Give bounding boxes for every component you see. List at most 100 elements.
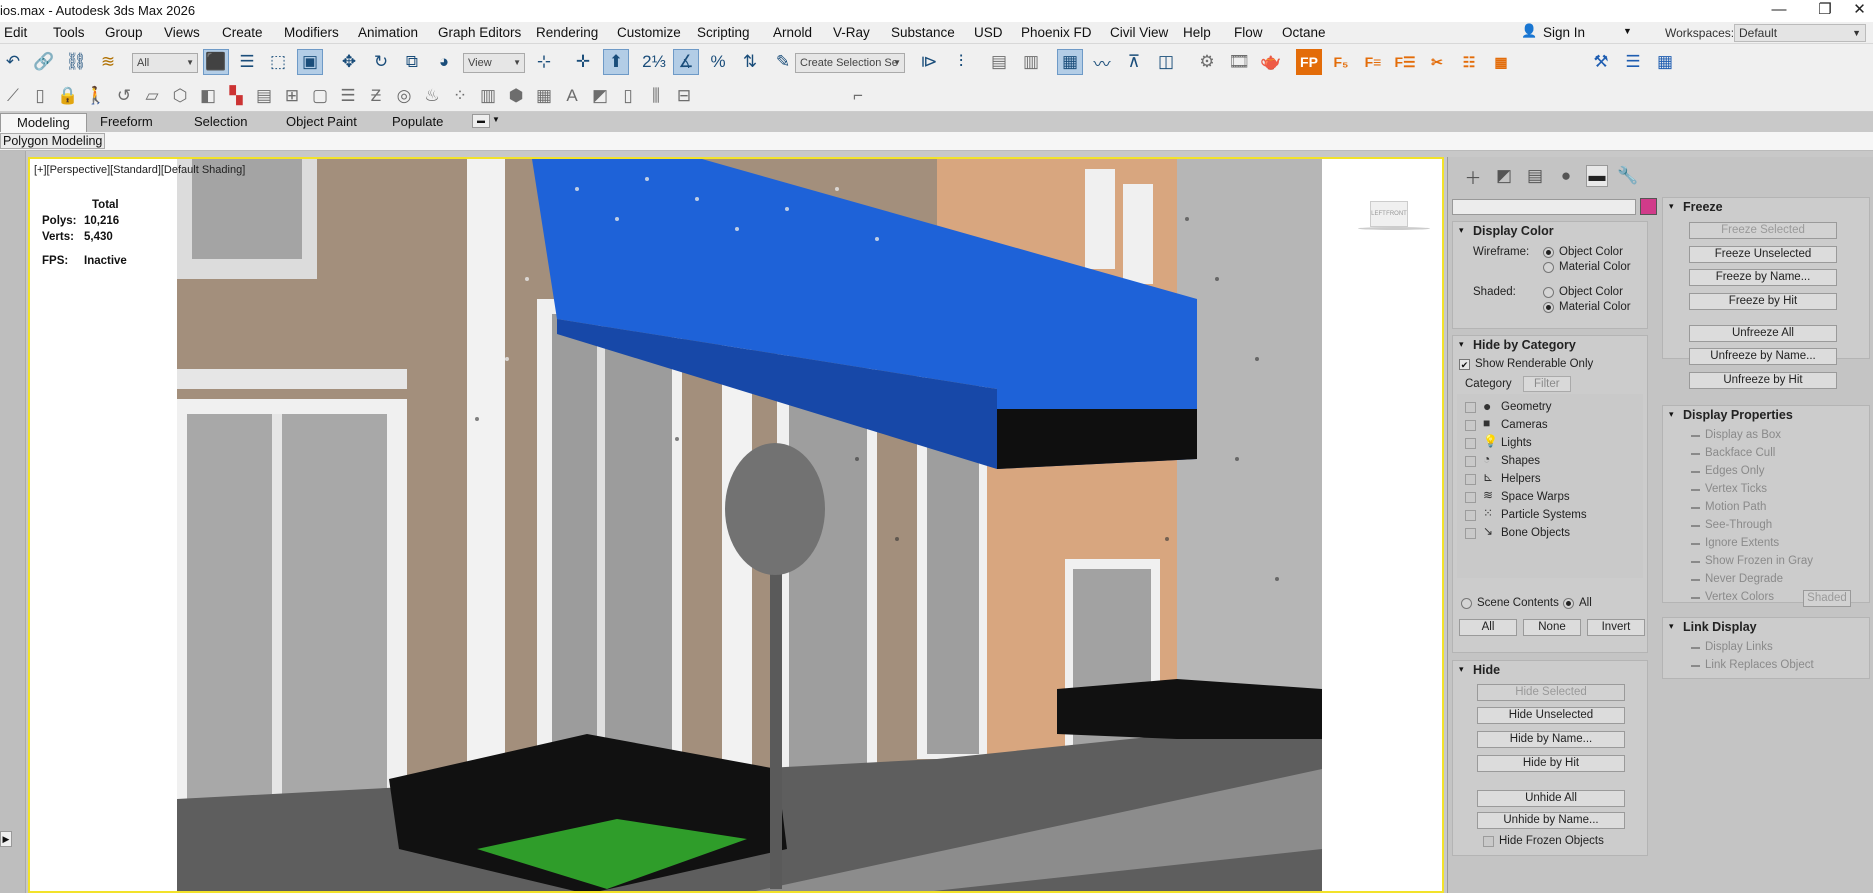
unfreeze-by-hit-button[interactable]: Unfreeze by Hit [1689,372,1837,389]
display-as-box-toggle[interactable] [1691,435,1700,437]
all-radio[interactable] [1563,598,1574,609]
wireframe-object-color-radio[interactable] [1543,247,1554,258]
door-icon[interactable]: ▯ [615,83,641,109]
align-icon[interactable]: ⫶ [948,49,974,75]
percent-snap-icon[interactable]: % [705,49,731,75]
scene-contents-radio[interactable] [1461,598,1472,609]
menu-create[interactable]: Create [222,25,263,40]
menu-animation[interactable]: Animation [358,25,418,40]
unhide-all-button[interactable]: Unhide All [1477,790,1625,807]
geometry-checkbox[interactable] [1465,402,1476,413]
edit-named-selection-icon[interactable]: ✎ [770,49,796,75]
link-replaces-object-toggle[interactable] [1691,665,1700,667]
hide-by-category-title[interactable]: Hide by Category [1473,338,1576,352]
angle-snap-icon[interactable]: ∡ [673,49,699,75]
tab-object-paint[interactable]: Object Paint [270,113,373,132]
toggle-layer-explorer-icon[interactable]: ▥ [1018,49,1044,75]
grid-icon[interactable]: ▦ [1488,49,1514,75]
hide-selected-button[interactable]: Hide Selected [1477,684,1625,701]
hide-by-name-button[interactable]: Hide by Name... [1477,731,1625,748]
render-setup-icon[interactable]: ⚙ [1194,49,1220,75]
space-warps-checkbox[interactable] [1465,492,1476,503]
walk-icon[interactable]: 🚶 [83,83,109,109]
panel-icon[interactable]: ◧ [195,83,221,109]
stack-icon[interactable]: ☰ [335,83,361,109]
cameras-checkbox[interactable] [1465,420,1476,431]
menu-help[interactable]: Help [1183,25,1211,40]
window-frame-icon[interactable]: ⊟ [671,83,697,109]
freeze-selected-button[interactable]: Freeze Selected [1689,222,1837,239]
lights-checkbox[interactable] [1465,438,1476,449]
edges-only-toggle[interactable] [1691,471,1700,473]
box-icon[interactable]: ▯ [27,83,53,109]
z-icon[interactable]: Ƶ [363,83,389,109]
show-renderable-checkbox[interactable]: ✔ [1459,359,1470,370]
menu-group[interactable]: Group [105,25,143,40]
bone-objects-checkbox[interactable] [1465,528,1476,539]
color-palette-icon[interactable]: ▚ [223,83,249,109]
vertex-colors-toggle[interactable] [1691,597,1700,599]
menu-rendering[interactable]: Rendering [536,25,598,40]
unhide-by-name-button[interactable]: Unhide by Name... [1477,812,1625,829]
shapes-checkbox[interactable] [1465,456,1476,467]
unlink-icon[interactable]: ⛓ [63,49,89,75]
menu-arnold[interactable]: Arnold [773,25,812,40]
menu-phoenix-fd[interactable]: Phoenix FD [1021,25,1092,40]
menu-graph-editors[interactable]: Graph Editors [438,25,521,40]
ribbon-options-icon[interactable]: ▬ [472,114,490,128]
display-tab-icon[interactable]: ▬ [1586,165,1608,187]
select-by-name-icon[interactable]: ☰ [234,49,260,75]
vertex-colors-shaded-button[interactable]: Shaded [1803,590,1851,607]
undo-icon[interactable]: ↶ [0,49,26,75]
menu-views[interactable]: Views [164,25,200,40]
tiles-icon[interactable]: ▦ [1652,49,1678,75]
menu-civil-view[interactable]: Civil View [1110,25,1168,40]
motion-path-toggle[interactable] [1691,507,1700,509]
wireframe-material-color-radio[interactable] [1543,262,1554,273]
workspaces-select[interactable]: Default ▼ [1734,24,1866,42]
rotate-icon[interactable]: ↻ [368,49,394,75]
object-icon[interactable]: ⬢ [503,83,529,109]
collapse-icon[interactable]: ▾ [1669,621,1674,632]
menu-octane[interactable]: Octane [1282,25,1326,40]
create-tab-icon[interactable]: ＋ [1462,165,1484,188]
place-icon[interactable]: ◕ [431,49,457,75]
shaded-material-color-radio[interactable] [1543,302,1554,313]
collapse-icon[interactable]: ▾ [1459,339,1464,350]
freeze-by-hit-button[interactable]: Freeze by Hit [1689,293,1837,310]
material-editor-icon[interactable]: ◫ [1153,49,1179,75]
tab-modeling[interactable]: Modeling [0,113,87,132]
category-invert-button[interactable]: Invert [1587,619,1645,636]
fire-icon[interactable]: ♨ [419,83,445,109]
reference-coordinate-select[interactable]: View ▼ [463,53,525,73]
menu-usd[interactable]: USD [974,25,1003,40]
hide-title[interactable]: Hide [1473,663,1500,677]
fs-icon[interactable]: F₅ [1328,49,1354,75]
circle-icon[interactable]: ◎ [391,83,417,109]
hide-by-hit-button[interactable]: Hide by Hit [1477,755,1625,772]
see-through-toggle[interactable] [1691,525,1700,527]
tab-filter[interactable]: Filter [1523,376,1571,392]
tab-freeform[interactable]: Freeform [84,113,169,132]
curve-editor-icon[interactable]: 〰 [1089,49,1115,75]
display-properties-title[interactable]: Display Properties [1683,408,1793,422]
utilities-tab-icon[interactable]: 🔧 [1617,165,1639,187]
window-crossing-icon[interactable]: ▣ [297,49,323,75]
gradient-icon[interactable]: ◩ [587,83,613,109]
object-name-field[interactable] [1452,199,1636,215]
particle-systems-checkbox[interactable] [1465,510,1476,521]
vertex-ticks-toggle[interactable] [1691,489,1700,491]
fs-editor-icon[interactable]: F≡ [1360,49,1386,75]
category-none-button[interactable]: None [1523,619,1581,636]
hierarchy-tab-icon[interactable]: ▤ [1524,165,1546,187]
hide-unselected-button[interactable]: Hide Unselected [1477,707,1625,724]
fs-list-icon[interactable]: F☰ [1392,49,1418,75]
curve-tool-icon[interactable]: ⌐ [845,83,871,109]
loop-icon[interactable]: ↺ [111,83,137,109]
chevron-down-icon[interactable]: ▼ [492,115,500,124]
expand-icon[interactable]: ▶ [0,831,12,847]
wall-icon[interactable]: ▥ [475,83,501,109]
never-degrade-toggle[interactable] [1691,579,1700,581]
collapse-icon[interactable]: ▾ [1669,201,1674,212]
selection-filter-select[interactable]: All ▼ [132,53,198,73]
